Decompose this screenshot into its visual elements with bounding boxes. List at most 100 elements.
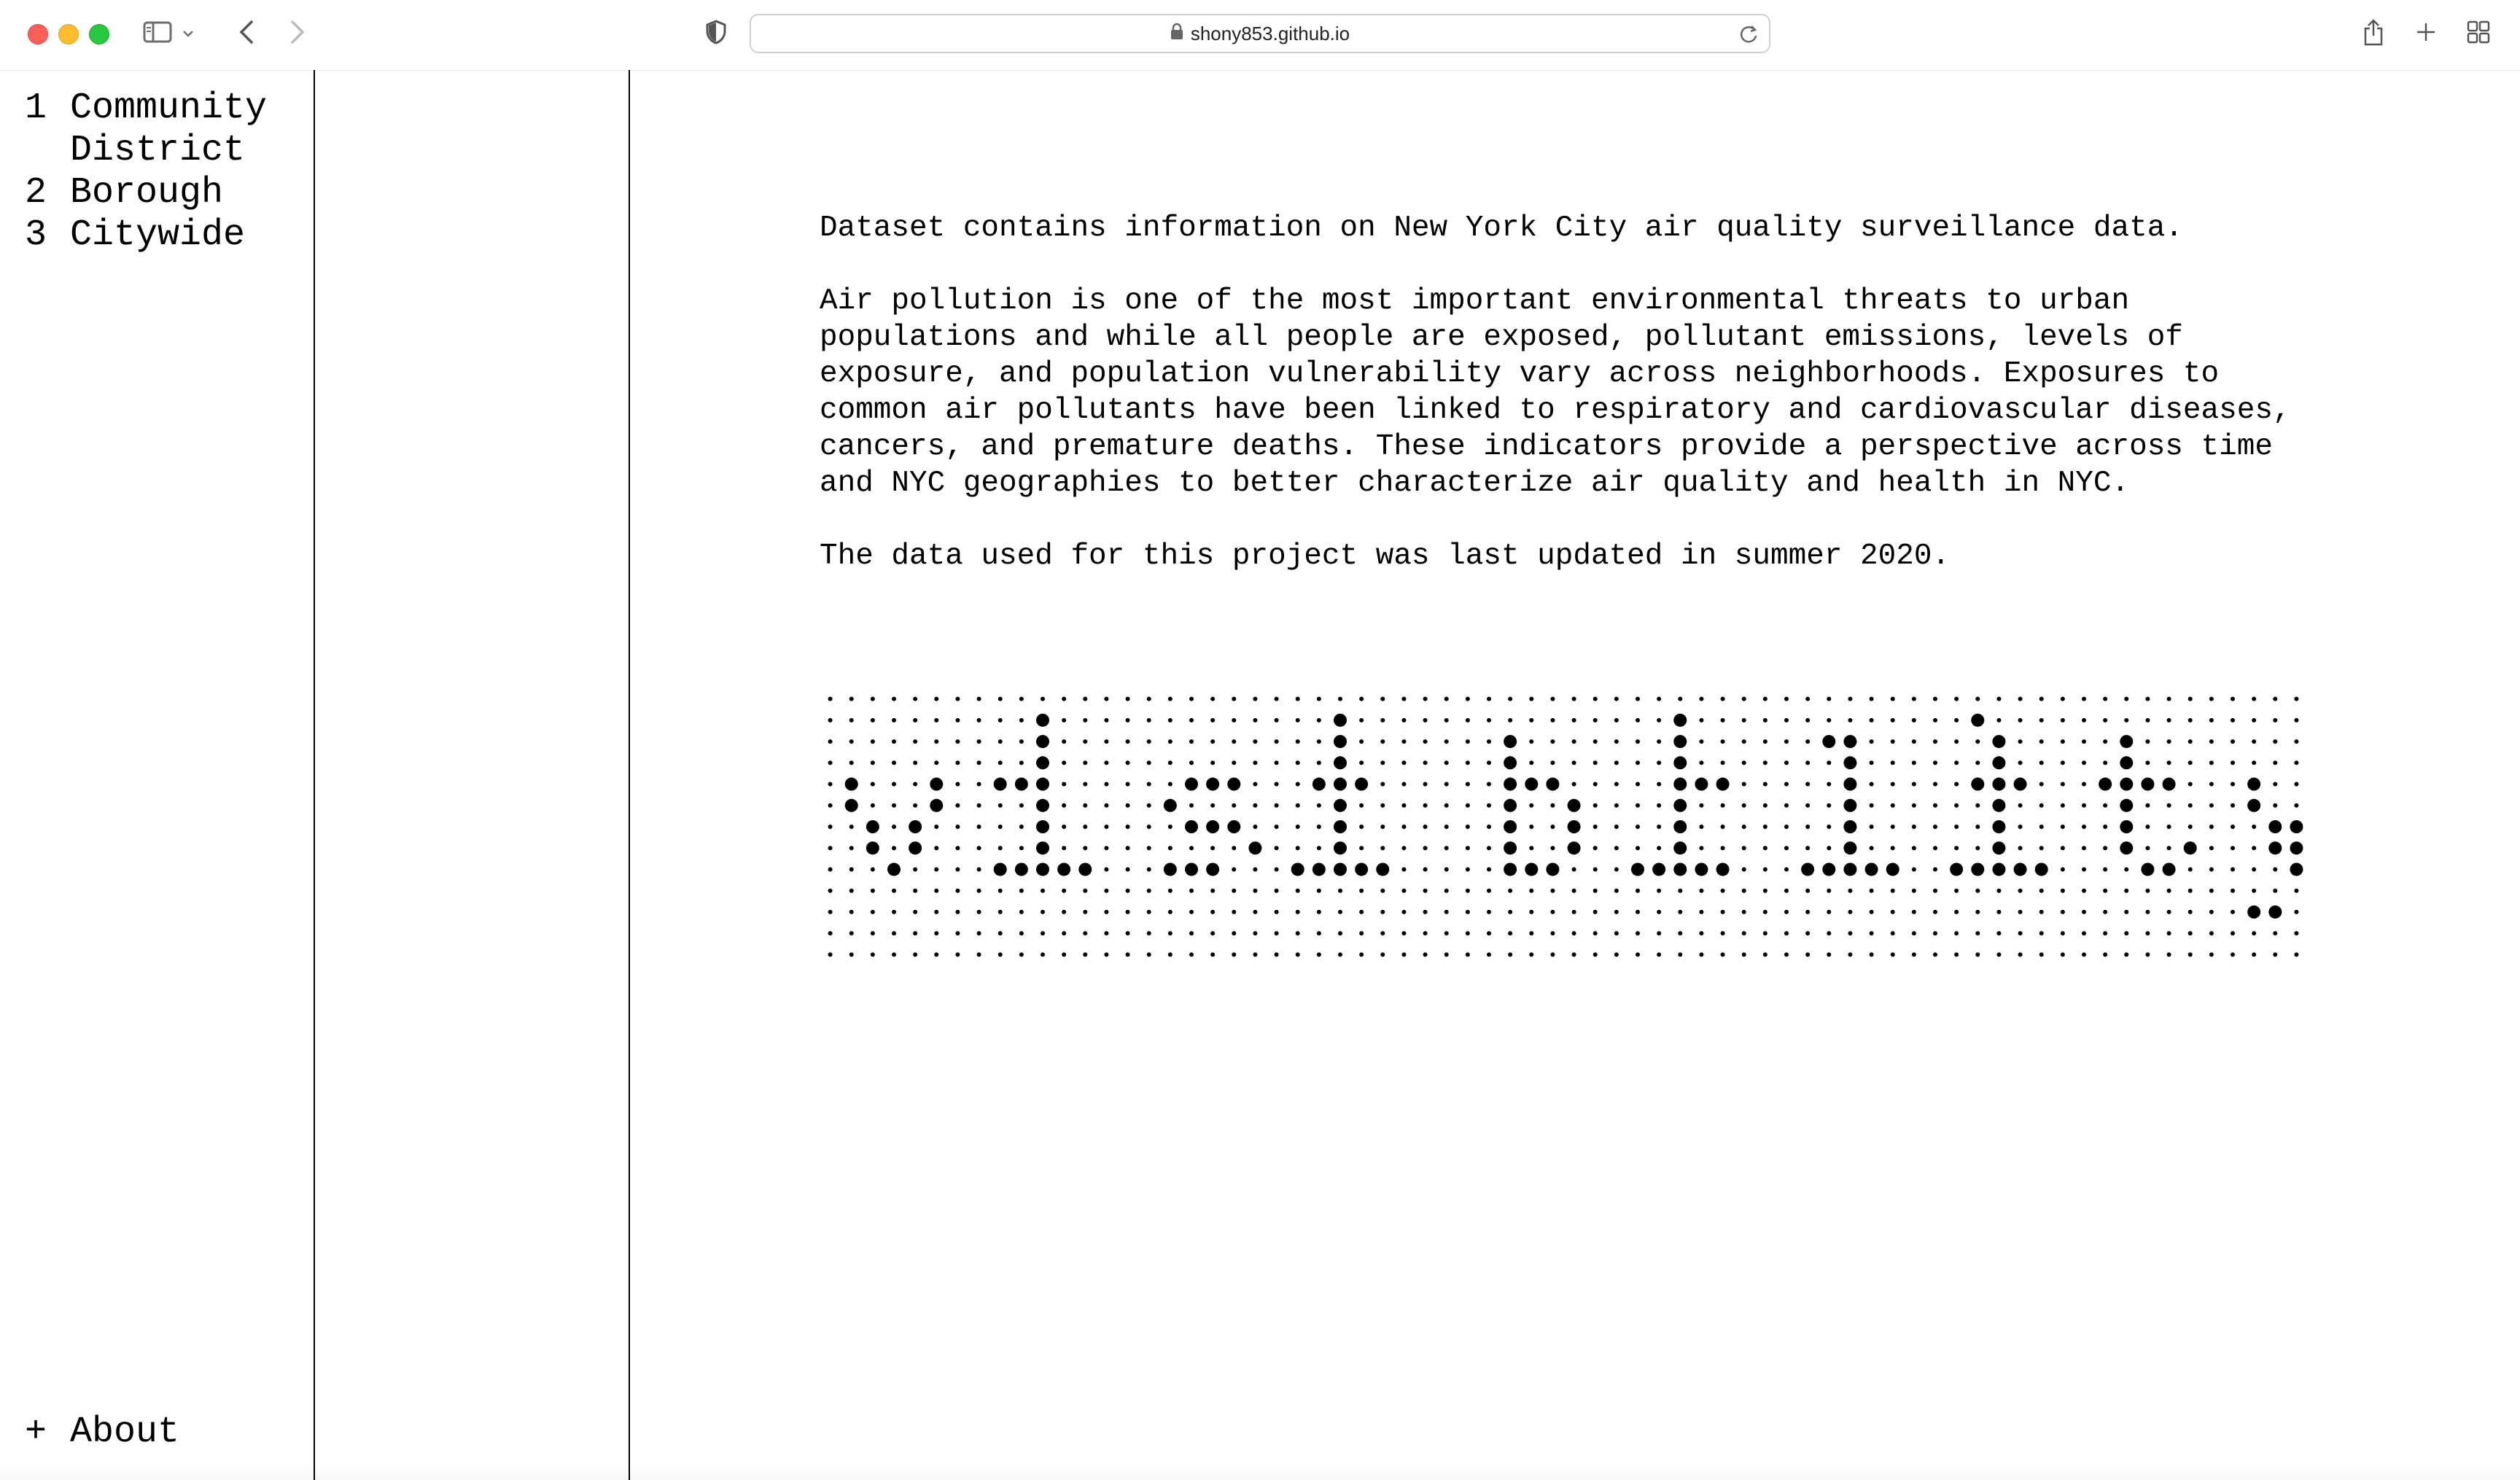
matrix-dot	[1848, 909, 1853, 914]
address-bar[interactable]: shony853.github.io	[750, 14, 1770, 53]
matrix-dot	[1571, 782, 1576, 787]
matrix-dot	[1614, 888, 1619, 893]
nav-item-borough[interactable]: 2 Borough	[25, 172, 318, 214]
matrix-dot	[2231, 782, 2235, 787]
matrix-dot	[2166, 803, 2171, 808]
matrix-dot	[1614, 739, 1619, 744]
matrix-dot	[828, 803, 833, 808]
new-tab-button[interactable]	[2408, 15, 2444, 52]
matrix-dot	[1444, 952, 1449, 957]
matrix-dot	[1083, 717, 1088, 723]
matrix-dot	[913, 760, 918, 766]
matrix-dot	[1444, 782, 1449, 787]
matrix-dot	[934, 952, 939, 957]
matrix-dot	[1167, 888, 1172, 893]
nav-item-citywide[interactable]: 3 Citywide	[25, 214, 318, 257]
matrix-dot	[1762, 909, 1768, 914]
matrix-dot	[1295, 909, 1300, 914]
matrix-dot	[1359, 717, 1364, 723]
matrix-dot	[1869, 717, 1874, 723]
matrix-dot	[1444, 846, 1449, 851]
matrix-dot	[1933, 952, 1937, 957]
matrix-dot	[1167, 825, 1172, 829]
matrix-dot	[2252, 846, 2257, 851]
matrix-dot	[2166, 739, 2171, 744]
matrix-dot	[849, 739, 854, 744]
matrix-dot	[1253, 782, 1258, 787]
matrix-dot	[955, 867, 960, 872]
matrix-dot	[1359, 931, 1364, 936]
matrix-dot	[2082, 803, 2086, 808]
matrix-dot	[1699, 760, 1704, 766]
nav-item-community-district[interactable]: 1 Community District	[25, 87, 318, 172]
matrix-dot	[1380, 782, 1385, 787]
matrix-dot	[1592, 760, 1598, 766]
matrix-dot	[1784, 909, 1789, 914]
matrix-dot	[1167, 760, 1172, 766]
matrix-dot	[870, 888, 875, 893]
matrix-dot	[849, 825, 854, 829]
matrix-dot	[1444, 717, 1449, 723]
matrix-dot	[1529, 717, 1534, 723]
matrix-dot	[1975, 931, 1980, 936]
nav-item-label: Community District	[70, 87, 268, 171]
matrix-dot	[1167, 717, 1172, 723]
matrix-dot	[1253, 909, 1258, 914]
matrix-dot	[1996, 931, 2002, 936]
close-window-button[interactable]	[28, 24, 48, 44]
matrix-dot	[2209, 803, 2214, 808]
matrix-dot	[2166, 909, 2171, 914]
matrix-dot	[1019, 739, 1024, 744]
matrix-dot	[2039, 717, 2044, 723]
matrix-dot	[870, 909, 875, 914]
matrix-dot	[1954, 931, 1959, 936]
privacy-report-button[interactable]	[701, 15, 731, 52]
matrix-dot	[1019, 846, 1024, 851]
matrix-dot	[1911, 952, 1916, 957]
matrix-dot-filled	[1673, 798, 1687, 812]
matrix-dot	[1104, 825, 1109, 829]
reload-icon[interactable]	[1738, 24, 1759, 47]
sidebar-toggle-button[interactable]	[143, 15, 194, 52]
matrix-dot	[1784, 782, 1789, 787]
matrix-dot	[2188, 782, 2193, 787]
matrix-dot-filled	[2120, 841, 2134, 855]
forward-button[interactable]	[283, 15, 312, 52]
matrix-dot	[1465, 739, 1470, 744]
tab-overview-button[interactable]	[2460, 15, 2497, 52]
minimize-window-button[interactable]	[58, 24, 79, 44]
matrix-dot	[998, 825, 1003, 829]
matrix-dot	[2252, 867, 2257, 872]
matrix-dot	[1401, 888, 1407, 893]
matrix-dot	[1657, 760, 1662, 766]
matrix-dot-filled	[2120, 777, 2134, 791]
matrix-dot	[1019, 931, 1024, 936]
matrix-dot	[1338, 931, 1342, 936]
matrix-dot	[1805, 696, 1811, 701]
matrix-dot	[1295, 760, 1300, 766]
share-button[interactable]	[2355, 15, 2392, 52]
matrix-dot-filled	[2120, 756, 2134, 770]
matrix-dot	[1444, 931, 1449, 936]
matrix-dot	[2145, 803, 2150, 808]
matrix-dot	[1232, 952, 1237, 957]
about-link[interactable]: + About	[25, 1411, 179, 1454]
matrix-dot	[1253, 760, 1258, 766]
matrix-dot-filled	[1036, 756, 1049, 770]
matrix-dot	[2082, 909, 2086, 914]
matrix-dot	[1869, 696, 1874, 701]
matrix-dot	[1083, 760, 1088, 766]
back-button[interactable]	[232, 15, 261, 52]
matrix-dot	[1423, 952, 1428, 957]
matrix-dot-filled	[1312, 777, 1326, 791]
zoom-window-button[interactable]	[89, 24, 109, 44]
matrix-dot	[976, 931, 981, 936]
matrix-dot	[1933, 931, 1937, 936]
matrix-dot	[1699, 931, 1704, 936]
matrix-dot-filled	[844, 798, 858, 812]
matrix-dot	[1401, 760, 1407, 766]
matrix-dot	[1954, 952, 1959, 957]
matrix-dot	[1614, 909, 1619, 914]
matrix-dot	[849, 717, 854, 723]
matrix-dot-filled	[2013, 862, 2027, 876]
